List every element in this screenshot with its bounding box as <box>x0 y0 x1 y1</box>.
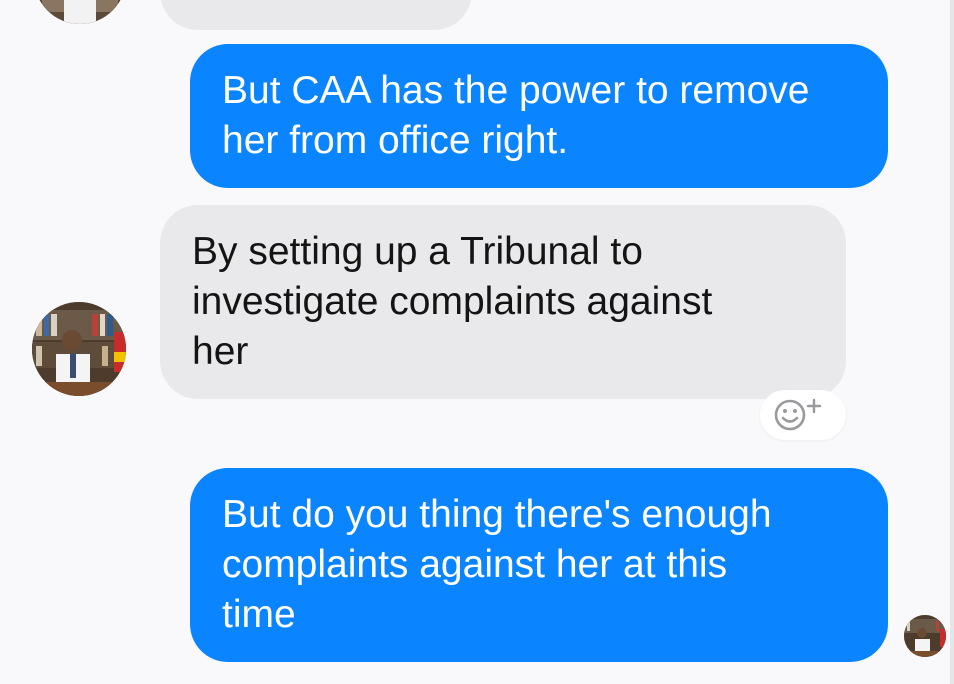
my-avatar <box>904 615 946 657</box>
outgoing-message-bubble[interactable]: But do you thing there's enough complain… <box>190 468 888 662</box>
window-edge <box>950 0 954 684</box>
contact-avatar-partial[interactable] <box>34 0 126 24</box>
previous-message-bubble-partial[interactable] <box>160 0 472 30</box>
incoming-message-bubble[interactable]: By setting up a Tribunal to investigate … <box>160 205 846 399</box>
contact-avatar[interactable] <box>32 302 126 396</box>
outgoing-message-bubble[interactable]: But CAA has the power to remove her from… <box>190 44 888 188</box>
add-reaction-button[interactable] <box>760 390 846 440</box>
smiley-plus-icon <box>774 398 822 431</box>
